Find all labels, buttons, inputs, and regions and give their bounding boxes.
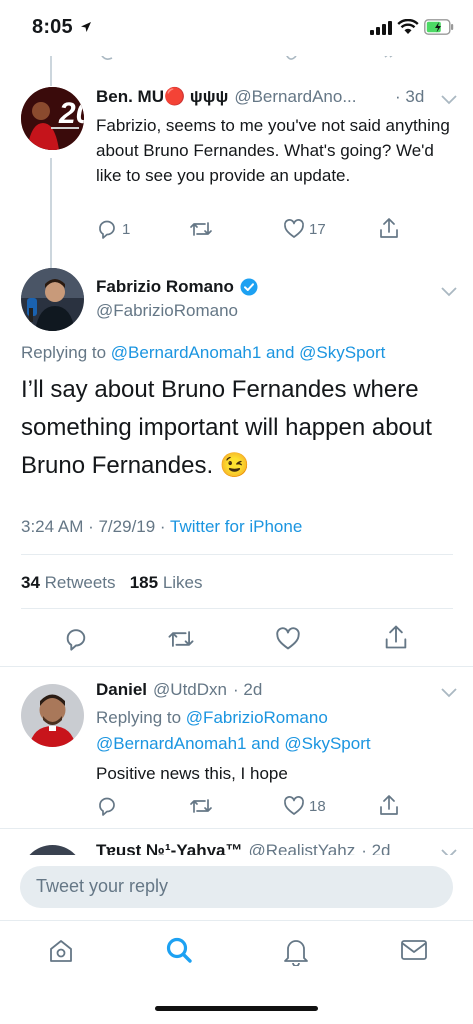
replying-to: Replying to @FabrizioRomano @BernardAnom… bbox=[96, 705, 456, 757]
avatar[interactable] bbox=[21, 268, 84, 331]
tweet-time: · 3d bbox=[395, 87, 425, 106]
tab-notifications[interactable] bbox=[282, 936, 310, 966]
tweet-time: · 2d bbox=[361, 841, 391, 855]
home-icon bbox=[47, 937, 75, 965]
divider bbox=[21, 608, 453, 609]
replying-prefix: Replying to bbox=[21, 343, 107, 362]
chevron-down-icon[interactable] bbox=[439, 286, 459, 298]
notifications-icon bbox=[282, 936, 310, 966]
reply-tweet[interactable]: Daniel @UtdDxn · 2d Replying to @Fabrizi… bbox=[0, 667, 473, 827]
chevron-down-icon[interactable] bbox=[439, 687, 459, 699]
author-handle[interactable]: @FabrizioRomano bbox=[96, 301, 238, 321]
tab-messages[interactable] bbox=[399, 938, 429, 962]
status-time: 8:05 bbox=[32, 16, 73, 38]
like-button[interactable] bbox=[275, 626, 301, 652]
author-handle[interactable]: @BernardAno... bbox=[234, 87, 356, 107]
mention-link[interactable]: @BernardAnomah1 bbox=[96, 734, 247, 753]
mention-link[interactable]: @FabrizioRomano bbox=[186, 708, 328, 727]
share-icon bbox=[378, 793, 400, 817]
tweet-stats: 34 Retweets 185 Likes bbox=[21, 573, 203, 593]
tweet-text: Positive news this, I hope bbox=[96, 764, 288, 783]
like-icon bbox=[283, 218, 305, 240]
avatar[interactable] bbox=[21, 845, 84, 855]
author-handle[interactable]: @RealistYahz bbox=[248, 841, 355, 855]
share-button[interactable] bbox=[383, 623, 409, 651]
reply-button[interactable] bbox=[63, 626, 89, 652]
next-tweet[interactable]: Tɐust №¹-Yahya™ @RealistYahz · 2d bbox=[0, 829, 473, 855]
retweet-button[interactable] bbox=[188, 218, 214, 240]
like-icon bbox=[275, 626, 301, 652]
like-count: 17 bbox=[309, 220, 326, 238]
mention-link[interactable]: @BernardAnomah1 bbox=[111, 343, 262, 362]
reply-button[interactable]: 1 bbox=[96, 218, 130, 240]
like-button[interactable]: 17 bbox=[283, 218, 326, 240]
wifi-icon bbox=[397, 19, 419, 35]
retweet-icon bbox=[166, 626, 196, 652]
avatar[interactable]: 20 bbox=[21, 87, 84, 150]
replying-prefix: Replying to bbox=[96, 708, 182, 727]
reply-count: 1 bbox=[122, 220, 131, 238]
reply-icon bbox=[96, 795, 118, 817]
chevron-down-icon[interactable] bbox=[439, 848, 459, 855]
replying-and: and bbox=[251, 734, 280, 753]
search-icon bbox=[164, 935, 194, 965]
svg-text:20: 20 bbox=[58, 97, 84, 130]
tab-home[interactable] bbox=[47, 937, 75, 965]
reply-input-placeholder[interactable]: Tweet your reply bbox=[36, 876, 168, 897]
parent-tweet[interactable]: 20 Ben. MU🔴 ψψψ @BernardAno... · 3d Fabr… bbox=[0, 66, 473, 306]
chevron-down-icon[interactable] bbox=[439, 94, 459, 106]
replying-to: Replying to @BernardAnomah1 and @SkySpor… bbox=[21, 343, 385, 363]
like-icon bbox=[283, 795, 305, 817]
like-button[interactable]: 18 bbox=[283, 795, 326, 817]
divider bbox=[21, 554, 453, 555]
likes-stat[interactable]: 185 Likes bbox=[130, 573, 203, 592]
tab-search[interactable] bbox=[164, 935, 194, 965]
author-name[interactable]: Ben. MU🔴 ψψψ bbox=[96, 87, 228, 107]
share-button[interactable] bbox=[378, 216, 400, 240]
retweets-count: 34 bbox=[21, 573, 40, 592]
messages-icon bbox=[399, 938, 429, 962]
battery-icon bbox=[424, 19, 454, 35]
mention-link[interactable]: @SkySport bbox=[299, 343, 385, 362]
retweet-button[interactable] bbox=[188, 795, 214, 817]
reply-button[interactable] bbox=[96, 795, 118, 817]
verified-icon bbox=[240, 278, 258, 296]
share-icon bbox=[383, 623, 409, 651]
author-name[interactable]: Tɐust №¹-Yahya™ bbox=[96, 841, 242, 855]
previous-tweet-actions bbox=[0, 56, 473, 66]
avatar[interactable] bbox=[21, 684, 84, 747]
likes-count: 185 bbox=[129, 573, 159, 592]
tweet-source[interactable]: Twitter for iPhone bbox=[170, 517, 302, 536]
author-handle[interactable]: @UtdDxn bbox=[153, 680, 227, 700]
tweet-time: · 2d bbox=[232, 680, 263, 699]
share-icon bbox=[378, 216, 400, 240]
mention-link[interactable]: @SkySport bbox=[284, 734, 370, 753]
author-name[interactable]: Fabrizio Romano bbox=[96, 277, 234, 297]
replying-and: and bbox=[266, 343, 295, 362]
timestamp: 3:24 AM · 7/29/19 · bbox=[21, 517, 166, 536]
reply-icon bbox=[63, 626, 89, 652]
home-indicator[interactable] bbox=[155, 1006, 318, 1011]
retweet-icon bbox=[188, 795, 214, 817]
retweet-button[interactable] bbox=[166, 626, 196, 652]
location-arrow-icon bbox=[80, 21, 92, 33]
tweet-timestamp: 3:24 AM · 7/29/19 · Twitter for iPhone bbox=[21, 517, 302, 537]
author-name[interactable]: Daniel bbox=[96, 680, 147, 700]
like-count: 18 bbox=[309, 797, 326, 815]
retweets-stat[interactable]: 34 Retweets bbox=[21, 573, 120, 592]
signal-icon bbox=[370, 21, 392, 35]
share-button[interactable] bbox=[378, 793, 400, 817]
tweet-text: I’ll say about Bruno Fernandes where som… bbox=[21, 376, 432, 479]
reply-icon bbox=[96, 218, 118, 240]
main-tweet: Fabrizio Romano @FabrizioRomano Replying… bbox=[0, 256, 473, 666]
retweet-icon bbox=[188, 218, 214, 240]
likes-label: Likes bbox=[162, 573, 203, 592]
retweets-label: Retweets bbox=[44, 573, 116, 592]
tweet-text: Fabrizio, seems to me you've not said an… bbox=[96, 116, 450, 185]
